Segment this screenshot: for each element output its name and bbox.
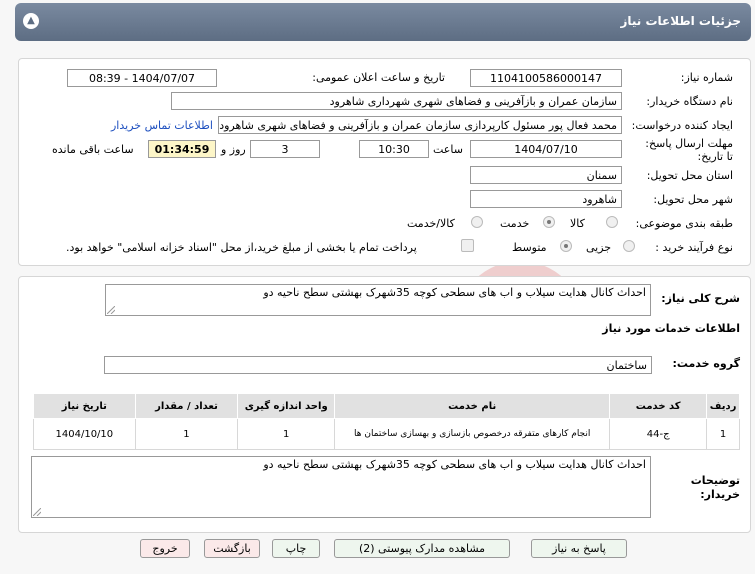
deadline-date-field: 1404/07/10 [470,140,622,158]
table-row: 1 ج-44 انجام کارهای متفرقه درخصوص بازساز… [33,418,740,450]
resize-handle-icon[interactable] [33,508,41,516]
process-type-label: نوع فرآیند خرید : [655,241,733,254]
category-label: طبقه بندی موضوعی: [635,217,733,230]
city-label: شهر محل تحویل: [653,193,733,206]
days-field: 3 [250,140,320,158]
buyer-notes-label: توضیحات خریدار: [690,474,740,501]
cell-qty: 1 [134,418,239,450]
creator-field: محمد فعال پور مسئول کارپردازی سازمان عمر… [218,116,622,134]
need-number-field: 1104100586000147 [470,69,622,87]
resize-handle-icon[interactable] [107,306,115,314]
category-goods-service-radio[interactable] [471,216,483,228]
cell-code: ج-44 [609,418,708,450]
process-minor-label: جزیی [586,241,612,254]
cell-unit: 1 [237,418,336,450]
announce-date-field: 1404/07/07 - 08:39 [67,69,217,87]
category-goods-radio[interactable] [606,216,618,228]
col-name-header: نام خدمت [334,393,611,419]
process-medium-label: متوسط [512,241,547,254]
category-service-label: خدمت [500,217,530,230]
need-info-panel [18,58,751,266]
services-table: ردیف کد خدمت نام خدمت واحد اندازه گیری ت… [33,393,740,450]
buyer-org-label: نام دستگاه خریدار: [646,95,733,108]
col-unit-header: واحد اندازه گیری [237,393,336,419]
print-button[interactable]: چاپ [272,539,320,558]
category-goods-label: کالا [570,217,585,230]
collapse-chevron-icon[interactable]: ▲ [23,13,39,29]
province-field: سمنان [470,166,622,184]
col-qty-header: تعداد / مقدار [134,393,239,419]
creator-label: ایجاد کننده درخواست: [631,119,733,132]
remaining-time-label: ساعت باقی مانده [52,143,134,156]
buyer-contact-link[interactable]: اطلاعات تماس خریدار [111,119,213,132]
col-row-header: ردیف [706,393,740,419]
city-field: شاهرود [470,190,622,208]
page-title: جزئیات اطلاعات نیاز [620,14,741,28]
process-medium-radio[interactable] [560,240,572,252]
services-section-title: اطلاعات خدمات مورد نیاز [602,322,740,335]
deadline-time-field: 10:30 [359,140,429,158]
summary-label: شرح کلی نیاز: [661,292,740,305]
page-header: جزئیات اطلاعات نیاز ▲ [15,3,751,41]
reply-button[interactable]: پاسخ به نیاز [531,539,627,558]
province-label: استان محل تحویل: [646,169,733,182]
process-minor-radio[interactable] [623,240,635,252]
buyer-notes-textarea[interactable]: احداث کانال هدایت سیلاب و اب های سطحی کو… [31,456,651,518]
category-service-radio[interactable] [543,216,555,228]
col-date-header: تاریخ نیاز [33,393,136,419]
table-header-row: ردیف کد خدمت نام خدمت واحد اندازه گیری ت… [33,393,740,419]
attachments-button[interactable]: مشاهده مدارک پیوستی (2) [334,539,510,558]
back-button[interactable]: بازگشت [204,539,260,558]
service-group-field: ساختمان [104,356,652,374]
deadline-time-label: ساعت [433,143,463,156]
category-goods-service-label: کالا/خدمت [407,217,455,230]
exit-button[interactable]: خروج [140,539,190,558]
service-group-label: گروه خدمت: [672,357,740,370]
cell-name: انجام کارهای متفرقه درخصوص بازسازی و بهس… [334,418,611,450]
col-code-header: کد خدمت [609,393,708,419]
treasury-checkbox[interactable] [461,239,474,252]
announce-date-label: تاریخ و ساعت اعلان عمومی: [312,71,445,84]
cell-date: 1404/10/10 [33,418,136,450]
days-label: روز و [221,143,246,156]
buyer-org-field: سازمان عمران و بازآفرینی و فضاهای شهری ش… [171,92,622,110]
cell-row: 1 [706,418,740,450]
deadline-label: مهلت ارسال پاسخ: تا تاریخ: [645,137,733,163]
summary-textarea[interactable]: احداث کانال هدایت سیلاب و اب های سطحی کو… [105,284,651,316]
need-number-label: شماره نیاز: [680,71,733,84]
payment-note: پرداخت تمام یا بخشی از مبلغ خرید،از محل … [66,241,417,254]
remaining-time-field: 01:34:59 [148,140,216,158]
